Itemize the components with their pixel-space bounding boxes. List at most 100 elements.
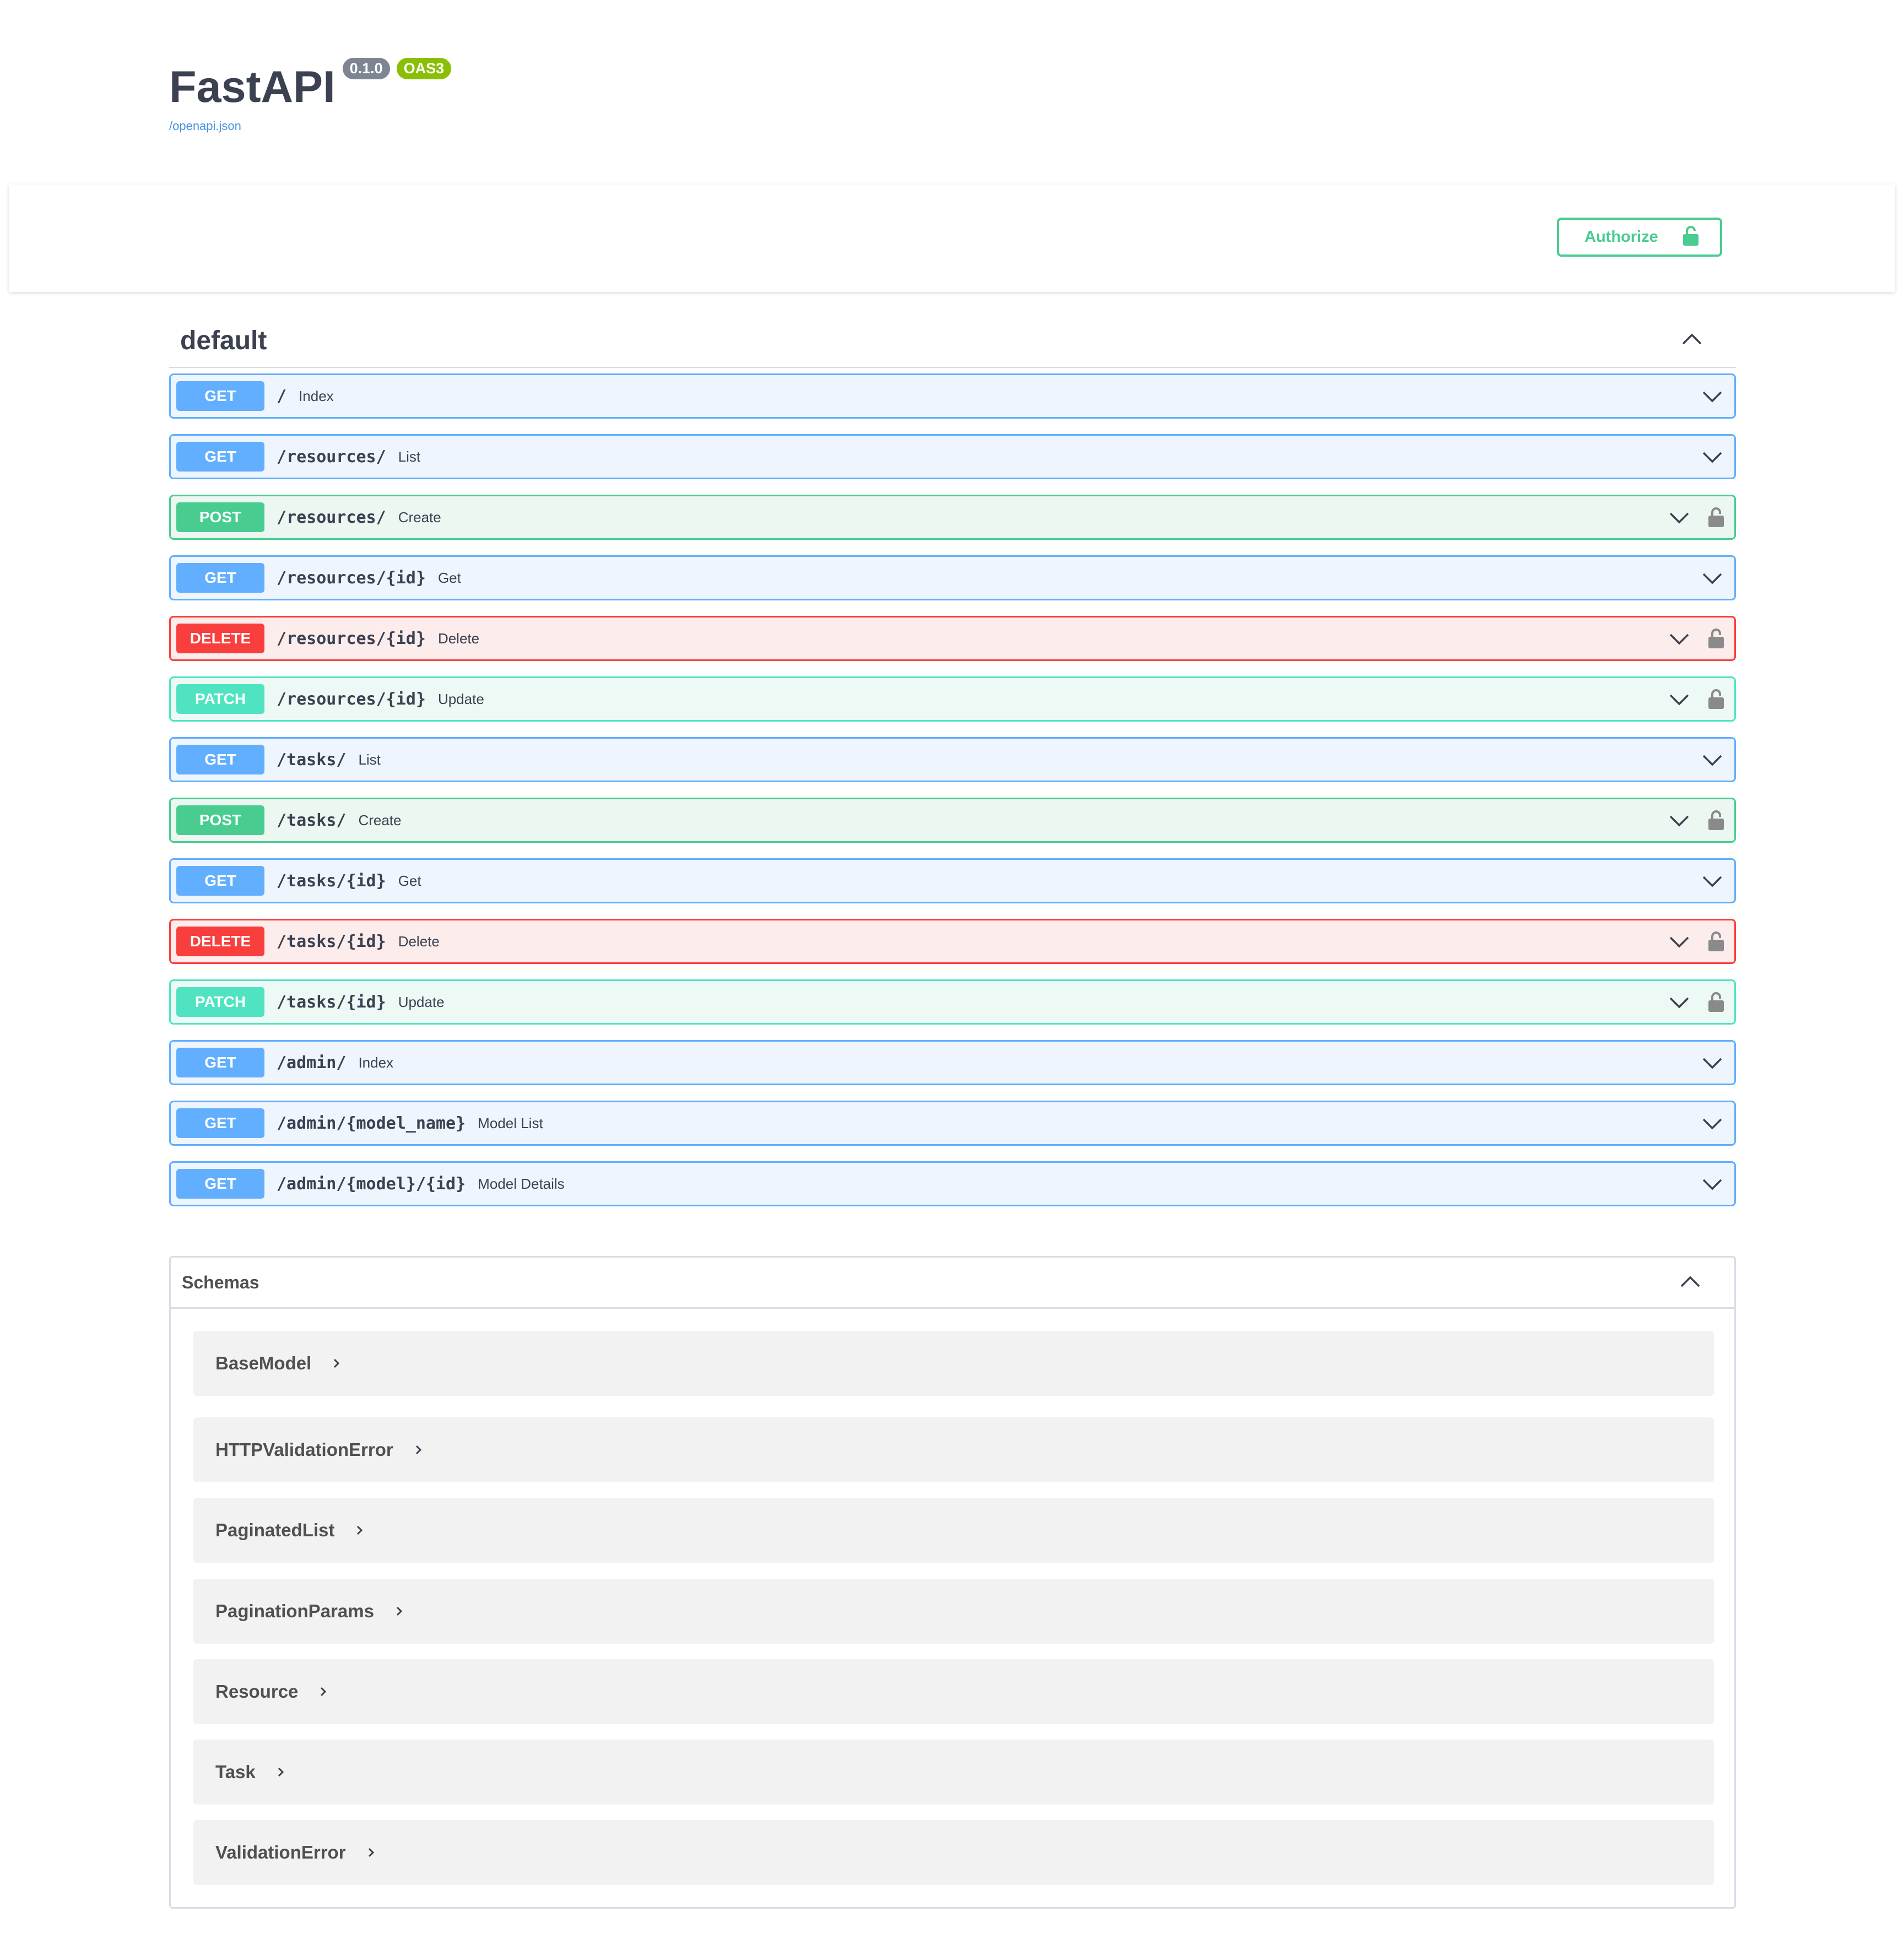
schema-name: PaginationParams	[215, 1601, 374, 1621]
operation-row[interactable]: GET/tasks/List	[169, 737, 1736, 782]
chevron-down-icon[interactable]	[1701, 569, 1723, 589]
schema-item[interactable]: PaginatedList	[193, 1498, 1714, 1563]
chevron-down-icon[interactable]	[1668, 811, 1690, 832]
title-row: FastAPI 0.1.0 OAS3	[169, 58, 452, 112]
operation-summary: Update	[398, 993, 445, 1010]
operation-summary: List	[398, 448, 421, 465]
operation-path: /	[277, 386, 287, 406]
method-badge: GET	[176, 1048, 264, 1077]
operation-row[interactable]: DELETE/tasks/{id} Delete	[169, 919, 1736, 964]
chevron-down-icon[interactable]	[1701, 1054, 1723, 1074]
operation-path: /tasks/{id}	[277, 992, 386, 1012]
chevron-down-icon[interactable]	[1668, 933, 1690, 953]
chevron-right-icon[interactable]	[355, 1524, 364, 1537]
chevron-right-icon[interactable]	[277, 1765, 285, 1779]
authorize-button[interactable]: Authorize	[1557, 218, 1722, 257]
chevron-down-icon[interactable]	[1701, 1114, 1723, 1135]
method-badge: DELETE	[176, 927, 264, 956]
operation-row[interactable]: POST/resources/Create	[169, 495, 1736, 540]
lock-icon[interactable]	[1708, 688, 1724, 713]
operation-path: /resources/	[277, 507, 386, 527]
chevron-up-icon[interactable]	[1679, 1273, 1701, 1292]
operation-row[interactable]: GET/resources/{id} Get	[169, 555, 1736, 600]
schema-item[interactable]: Task	[193, 1740, 1714, 1805]
scheme-container: Authorize	[9, 185, 1895, 292]
chevron-down-icon[interactable]	[1668, 690, 1690, 711]
unlocked-icon	[1683, 225, 1699, 249]
authorize-label: Authorize	[1584, 228, 1658, 246]
api-title: FastAPI	[169, 62, 336, 112]
tag-header[interactable]: default	[169, 314, 1736, 368]
operation-summary: Delete	[437, 630, 480, 647]
method-badge: POST	[176, 502, 264, 532]
schema-item[interactable]: ValidationError	[193, 1820, 1714, 1885]
schema-item[interactable]: PaginationParams	[193, 1579, 1714, 1644]
method-badge: GET	[176, 1108, 264, 1138]
chevron-down-icon[interactable]	[1701, 872, 1723, 892]
schema-item[interactable]: Resource	[193, 1659, 1714, 1724]
chevron-down-icon[interactable]	[1701, 387, 1723, 408]
schema-name: PaginatedList	[215, 1520, 335, 1540]
operation-path: /resources/	[277, 447, 386, 467]
method-badge: GET	[176, 745, 264, 774]
method-badge: PATCH	[176, 684, 264, 714]
chevron-right-icon[interactable]	[395, 1605, 404, 1618]
chevron-down-icon[interactable]	[1668, 993, 1690, 1014]
schema-name: HTTPValidationError	[215, 1439, 393, 1460]
operation-row[interactable]: PATCH/resources/{id} Update	[169, 676, 1736, 722]
operation-summary: Index	[299, 387, 334, 404]
lock-icon[interactable]	[1708, 991, 1724, 1016]
chevron-right-icon[interactable]	[367, 1846, 376, 1859]
lock-icon[interactable]	[1708, 930, 1724, 955]
operation-row[interactable]: GET / Index	[169, 373, 1736, 419]
operation-row[interactable]: POST/tasks/Create	[169, 798, 1736, 843]
operation-row[interactable]: GET/admin/{model}/{id} Model Details	[169, 1161, 1736, 1206]
operation-summary: Model List	[478, 1114, 543, 1131]
chevron-right-icon[interactable]	[319, 1685, 328, 1698]
operation-summary: Create	[398, 508, 441, 526]
schemas-section: Schemas BaseModel HTTPValidationError Pagi…	[169, 1256, 1736, 1909]
operations-list: GET / Index GET/resources/List POST/resource…	[169, 373, 1736, 1206]
operation-summary: Get	[437, 569, 461, 586]
chevron-down-icon[interactable]	[1701, 751, 1723, 771]
chevron-down-icon[interactable]	[1701, 1175, 1723, 1195]
operation-row[interactable]: GET/admin/{model_name} Model List	[169, 1101, 1736, 1146]
operation-row[interactable]: PATCH/tasks/{id} Update	[169, 979, 1736, 1025]
operation-path: /admin/{model}/{id}	[277, 1174, 466, 1194]
operation-path: /tasks/{id}	[277, 931, 386, 951]
method-badge: GET	[176, 563, 264, 593]
lock-icon[interactable]	[1708, 506, 1724, 531]
schemas-header[interactable]: Schemas	[171, 1258, 1734, 1309]
schema-item[interactable]: HTTPValidationError	[193, 1417, 1714, 1482]
schema-item[interactable]: BaseModel	[193, 1331, 1714, 1396]
operation-path: /tasks/	[277, 810, 347, 830]
operation-summary: Model Details	[478, 1175, 565, 1192]
chevron-down-icon[interactable]	[1701, 448, 1723, 468]
operation-path: /resources/{id}	[277, 568, 426, 588]
chevron-down-icon[interactable]	[1668, 508, 1690, 529]
operation-path: /tasks/{id}	[277, 871, 386, 891]
lock-icon[interactable]	[1708, 627, 1724, 652]
operation-summary: Create	[358, 811, 402, 828]
schema-name: Resource	[215, 1681, 299, 1702]
schema-name: ValidationError	[215, 1842, 346, 1862]
method-badge: GET	[176, 442, 264, 472]
operation-row[interactable]: GET/resources/List	[169, 434, 1736, 479]
chevron-right-icon[interactable]	[332, 1357, 341, 1370]
operation-path: /admin/{model_name}	[277, 1113, 466, 1133]
operation-row[interactable]: DELETE/resources/{id} Delete	[169, 616, 1736, 661]
openapi-json-link[interactable]: /openapi.json	[169, 119, 451, 133]
tag-section-default: default GET / Index GET/resources/List POST /…	[169, 314, 1736, 1222]
method-badge: DELETE	[176, 624, 264, 653]
chevron-down-icon[interactable]	[1668, 630, 1690, 650]
operation-row[interactable]: GET/admin/Index	[169, 1040, 1736, 1085]
operation-row[interactable]: GET/tasks/{id} Get	[169, 858, 1736, 903]
operation-summary: Update	[437, 690, 484, 707]
operation-summary: List	[358, 751, 381, 768]
chevron-right-icon[interactable]	[414, 1443, 423, 1456]
operation-summary: Index	[358, 1054, 394, 1071]
api-info: FastAPI 0.1.0 OAS3 /openapi.json	[169, 58, 452, 133]
operation-path: /resources/{id}	[277, 689, 426, 709]
lock-icon[interactable]	[1708, 809, 1724, 834]
chevron-up-icon[interactable]	[1681, 331, 1703, 350]
